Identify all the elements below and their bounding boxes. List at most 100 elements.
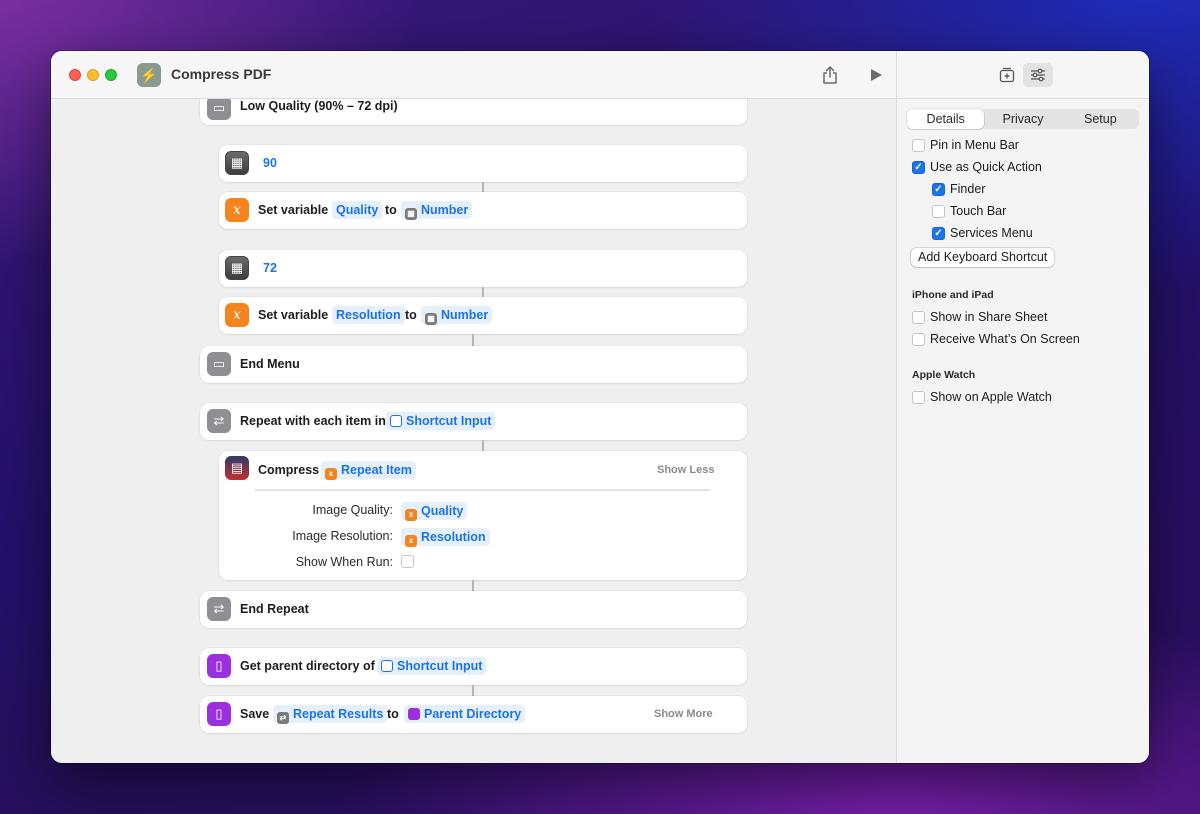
whats-on-screen-label: Receive What’s On Screen <box>930 332 1080 346</box>
finder-checkbox[interactable]: ✓ <box>932 182 945 196</box>
to-word: to <box>387 707 399 721</box>
set-variable-quality[interactable]: x Set variable Quality to ▦ Number <box>219 192 747 229</box>
show-less-button[interactable]: Show Less <box>657 464 714 476</box>
number-magic-variable[interactable]: ▦ Number <box>421 306 493 325</box>
to-word: to <box>385 203 397 217</box>
action-label: Repeat with each item in <box>240 414 386 428</box>
share-sheet-option[interactable]: Show in Share Sheet <box>912 310 1047 324</box>
quick-action-checkbox[interactable]: ✓ <box>912 160 925 174</box>
token-text: Resolution <box>336 308 401 322</box>
menu-icon: ▭ <box>207 352 231 376</box>
file-icon: ▯ <box>207 654 231 678</box>
show-more-button[interactable]: Show More <box>654 708 713 720</box>
shortcut-input-token[interactable]: Shortcut Input <box>377 657 487 675</box>
image-quality-token[interactable]: x Quality <box>401 502 468 521</box>
set-variable-resolution[interactable]: x Set variable Resolution to ▦ Number <box>219 297 747 334</box>
action-label: Save <box>240 707 270 721</box>
calculator-icon: ▦ <box>405 208 417 220</box>
repeat-item-token[interactable]: x Repeat Item <box>321 461 416 480</box>
quick-action-label: Use as Quick Action <box>930 160 1042 174</box>
apple-watch-option[interactable]: Show on Apple Watch <box>912 390 1052 404</box>
tab-setup[interactable]: Setup <box>1062 109 1139 129</box>
number-action-90[interactable]: ▦ 90 <box>219 145 747 182</box>
touch-bar-checkbox[interactable] <box>932 204 945 218</box>
editor-pane: ▭ Low Quality (90% – 72 dpi) ▦ 90 x Set … <box>51 51 896 763</box>
tab-details[interactable]: Details <box>907 109 985 129</box>
compress-action[interactable]: ▤ Compress x Repeat Item Show Less Image … <box>219 451 747 580</box>
get-parent-directory-action[interactable]: ▯ Get parent directory of Shortcut Input <box>200 648 747 685</box>
whats-on-screen-checkbox[interactable] <box>912 332 925 346</box>
token-text: Number <box>421 203 469 217</box>
variable-name-token[interactable]: Resolution <box>332 306 405 324</box>
whats-on-screen-option[interactable]: Receive What’s On Screen <box>912 332 1080 346</box>
pin-menu-bar-label: Pin in Menu Bar <box>930 138 1019 152</box>
image-resolution-token[interactable]: x Resolution <box>401 528 490 547</box>
share-sheet-checkbox[interactable] <box>912 310 925 324</box>
share-icon <box>823 66 837 84</box>
variable-icon: x <box>225 198 249 222</box>
variable-icon: x <box>225 303 249 327</box>
touch-bar-label: Touch Bar <box>950 204 1007 218</box>
run-button[interactable] <box>867 65 887 85</box>
pin-menu-bar-checkbox[interactable] <box>912 138 925 152</box>
finder-option[interactable]: ✓ Finder <box>932 182 985 196</box>
quick-action-option[interactable]: ✓ Use as Quick Action <box>912 160 1042 174</box>
file-icon: ▯ <box>207 702 231 726</box>
repeat-results-token[interactable]: ⇄ Repeat Results <box>273 705 388 724</box>
repeat-icon: ⇄ <box>207 597 231 621</box>
iphone-ipad-heading: iPhone and iPad <box>912 289 994 301</box>
number-action-72[interactable]: ▦ 72 <box>219 250 747 287</box>
tab-privacy[interactable]: Privacy <box>984 109 1061 129</box>
services-menu-option[interactable]: ✓ Services Menu <box>932 226 1033 240</box>
image-resolution-label: Image Resolution: <box>292 529 393 543</box>
minimize-button[interactable] <box>87 69 99 81</box>
share-sheet-label: Show in Share Sheet <box>930 310 1048 324</box>
sliders-icon <box>1031 68 1045 82</box>
token-text: Quality <box>421 504 464 518</box>
action-library-button[interactable] <box>992 63 1022 87</box>
document-icon <box>381 660 393 672</box>
pin-menu-bar-option[interactable]: Pin in Menu Bar <box>912 138 1019 152</box>
services-menu-checkbox[interactable]: ✓ <box>932 226 945 240</box>
end-menu-action[interactable]: ▭ End Menu <box>200 346 747 383</box>
token-text: Shortcut Input <box>406 414 492 428</box>
add-keyboard-shortcut-button[interactable]: Add Keyboard Shortcut <box>911 248 1055 267</box>
number-value[interactable]: 90 <box>259 154 281 172</box>
connector <box>472 334 474 346</box>
number-value[interactable]: 72 <box>259 259 281 277</box>
variable-icon: x <box>325 468 337 480</box>
sidebar-toolbar <box>897 51 1149 99</box>
variable-name-token[interactable]: Quality <box>332 201 383 219</box>
to-word: to <box>405 308 417 322</box>
connector <box>472 580 474 591</box>
apple-watch-checkbox[interactable] <box>912 390 925 404</box>
zoom-button[interactable] <box>105 69 117 81</box>
action-label: Get parent directory of <box>240 659 375 673</box>
window-title: Compress PDF <box>171 66 272 82</box>
shortcut-input-token[interactable]: Shortcut Input <box>386 412 496 430</box>
add-action-icon <box>999 67 1015 83</box>
repeat-action[interactable]: ⇄ Repeat with each item in Shortcut Inpu… <box>200 403 747 440</box>
token-text: Number <box>441 308 489 322</box>
action-label: End Repeat <box>240 602 309 616</box>
finder-label: Finder <box>950 182 986 196</box>
action-label: Set variable <box>258 203 329 217</box>
shortcut-icon[interactable]: ⚡ <box>137 63 161 87</box>
save-action[interactable]: ▯ Save ⇄ Repeat Results to Parent Directo… <box>200 696 747 733</box>
number-magic-variable[interactable]: ▦ Number <box>401 201 473 220</box>
end-repeat-action[interactable]: ⇄ End Repeat <box>200 591 747 628</box>
connector <box>482 440 484 451</box>
inspector-tabs: Details Privacy Setup <box>907 109 1139 129</box>
close-button[interactable] <box>69 69 81 81</box>
touch-bar-option[interactable]: Touch Bar <box>932 204 1006 218</box>
show-when-run-checkbox[interactable] <box>401 555 414 568</box>
image-quality-label: Image Quality: <box>312 503 393 517</box>
calculator-icon: ▦ <box>225 256 249 280</box>
services-menu-label: Services Menu <box>950 226 1033 240</box>
calculator-icon: ▦ <box>425 313 437 325</box>
menu-icon: ▭ <box>207 96 231 120</box>
parent-directory-token[interactable]: Parent Directory <box>404 705 526 723</box>
apple-watch-label: Show on Apple Watch <box>930 390 1052 404</box>
share-button[interactable] <box>821 65 841 85</box>
details-button[interactable] <box>1023 63 1053 87</box>
